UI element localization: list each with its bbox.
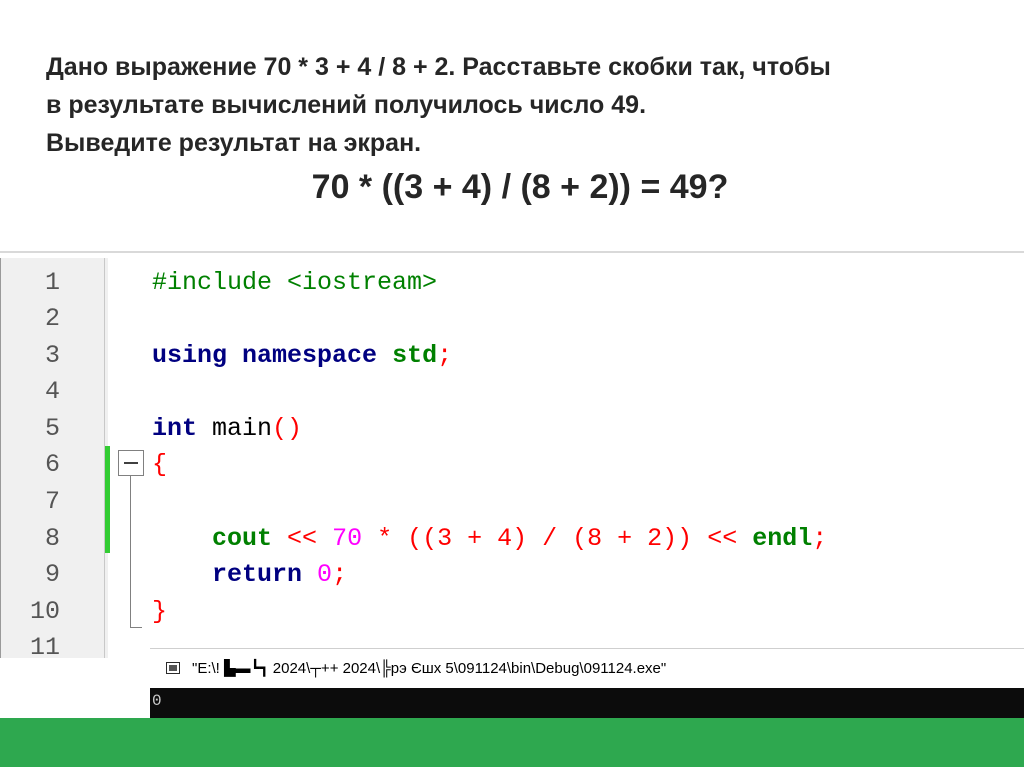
code-line-6: { [152,450,168,479]
fold-guide-end [130,627,142,628]
task-line-1: Дано выражение 70 * 3 + 4 / 8 + 2. Расст… [46,53,831,81]
number-0: 0 [317,560,333,589]
line-number: 3 [44,341,60,370]
task-line-2: в результате вычислений получилось число… [46,91,647,119]
code-line-1: #include <iostream> [152,268,438,297]
line-number: 1 [44,268,60,297]
fold-collapse-icon[interactable] [118,450,144,476]
function-main: main [212,414,273,443]
parentheses: () [272,414,303,443]
keyword-using: using [152,341,228,370]
expression: * ((3 + 4) / (8 + 2)) [377,524,693,553]
semicolon: ; [812,524,828,553]
keyword-namespace: namespace [242,341,378,370]
code-editor[interactable]: 1 2 3 4 5 6 7 8 9 10 11 #include <iostre… [0,258,1024,662]
identifier-std: std [392,341,438,370]
line-number: 2 [44,304,60,333]
code-line-3: using namespace std; [152,341,452,370]
line-number: 11 [29,633,60,662]
operator-shift: << [287,524,318,553]
task-line-3: Выведите результат на экран. [46,129,422,157]
console-window[interactable]: "E:\! ▙▬┗┓ 2024\┬++ 2024\╠рэ Єшх 5\09112… [150,648,1024,718]
line-number: 4 [44,377,60,406]
console-title: "E:\! ▙▬┗┓ 2024\┬++ 2024\╠рэ Єшх 5\09112… [192,660,667,677]
keyword-return: return [212,560,303,589]
code-line-9: return 0; [152,560,347,589]
number-70: 70 [332,524,363,553]
task-text: Дано выражение 70 * 3 + 4 / 8 + 2. Расст… [46,48,1006,162]
semicolon: ; [332,560,348,589]
line-number: 7 [44,487,60,516]
code-line-10: } [152,597,168,626]
console-output-area[interactable]: 0 [150,688,1024,718]
line-number: 10 [29,597,60,626]
changed-lines-marker [105,446,110,553]
footer-band [0,718,1024,767]
divider [0,251,1024,253]
line-number: 6 [44,450,60,479]
line-number-gutter: 1 2 3 4 5 6 7 8 9 10 11 [0,258,108,662]
code-line-8: cout << 70 * ((3 + 4) / (8 + 2)) << endl… [152,524,827,553]
semicolon: ; [437,341,453,370]
operator-shift: << [707,524,738,553]
line-number: 5 [44,414,60,443]
console-titlebar[interactable]: "E:\! ▙▬┗┓ 2024\┬++ 2024\╠рэ Єшх 5\09112… [150,648,1024,689]
console-output: 0 [152,692,162,710]
keyword-int: int [152,414,198,443]
editor-left-border [0,258,1,658]
identifier-cout: cout [212,524,273,553]
identifier-endl: endl [752,524,813,553]
line-number: 9 [44,560,60,589]
formula: 70 * ((3 + 4) / (8 + 2)) = 49? [311,168,729,206]
console-app-icon [166,662,180,674]
code-line-5: int main() [152,414,302,443]
fold-guide [130,476,131,628]
line-number: 8 [44,524,60,553]
